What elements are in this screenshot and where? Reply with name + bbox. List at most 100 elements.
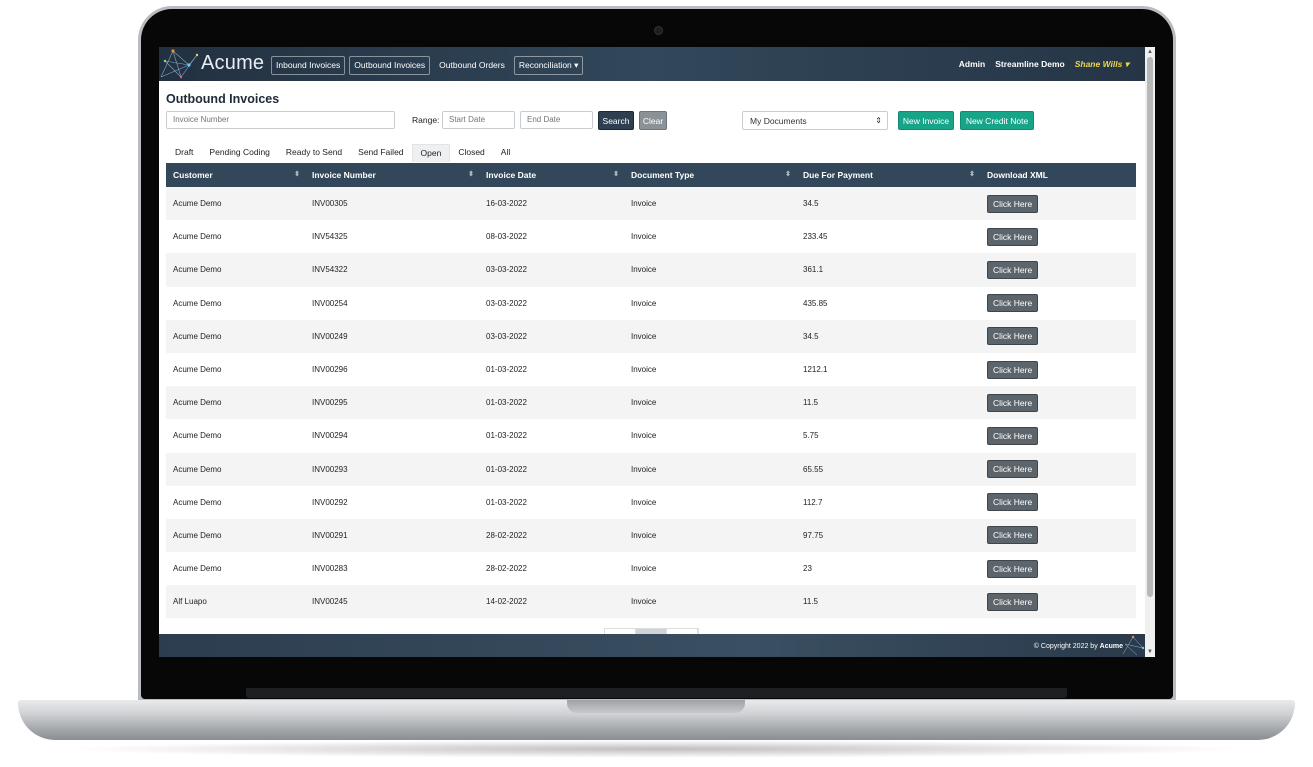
table-row[interactable]: Acume Demo INV00294 01-03-2022 Invoice 5.75 C… <box>166 419 1136 453</box>
brand-logo[interactable]: Acume <box>159 47 264 81</box>
table-row[interactable]: Acume Demo INV00296 01-03-2022 Invoice 1212.… <box>166 352 1136 387</box>
scroll-up-icon[interactable]: ▲ <box>1146 48 1154 56</box>
col-due-for-payment[interactable]: Due For Payment ⬍ <box>796 163 980 187</box>
range-label: Range: <box>412 115 440 125</box>
nav-outbound-orders[interactable]: Outbound Orders <box>434 56 510 75</box>
download-xml-button[interactable]: Click Here <box>987 294 1039 313</box>
laptop-notch <box>567 700 745 713</box>
download-xml-button[interactable]: Click Here <box>987 260 1039 279</box>
cell-document-type: Invoice <box>631 265 657 275</box>
nav-admin[interactable]: Admin <box>959 59 985 70</box>
footer: © Copyright 2022 by Acume <box>159 634 1145 657</box>
cell-due-for-payment: 34.5 <box>803 199 819 209</box>
nav-company[interactable]: Streamline Demo <box>995 59 1064 70</box>
col-invoice-number[interactable]: Invoice Number ⬍ <box>305 163 479 187</box>
table-row[interactable]: Acume Demo INV00295 01-03-2022 Invoice 11.5 C… <box>166 386 1136 420</box>
tab-send-failed[interactable]: Send Failed <box>350 144 411 162</box>
download-xml-button[interactable]: Click Here <box>987 559 1039 578</box>
col-customer-label: Customer <box>173 170 213 180</box>
download-xml-button[interactable]: Click Here <box>987 327 1039 346</box>
cell-invoice-date: 03-03-2022 <box>486 265 527 275</box>
col-document-type[interactable]: Document Type ⬍ <box>624 163 796 187</box>
cell-document-type: Invoice <box>631 530 657 540</box>
user-menu[interactable]: Shane Wills ▾ <box>1075 59 1129 70</box>
cell-invoice-number: INV00296 <box>312 365 348 375</box>
nav-outbound-invoices[interactable]: Outbound Invoices <box>349 56 431 75</box>
start-date-input[interactable] <box>442 111 515 129</box>
table-row[interactable]: Acume Demo INV00292 01-03-2022 Invoice 112.7… <box>166 485 1136 519</box>
cell-document-type: Invoice <box>631 564 657 574</box>
download-xml-button[interactable]: Click Here <box>987 360 1039 379</box>
cell-customer: Acume Demo <box>173 398 222 408</box>
cell-due-for-payment: 34.5 <box>803 331 819 341</box>
tab-draft[interactable]: Draft <box>167 144 201 162</box>
cell-document-type: Invoice <box>631 497 657 507</box>
download-xml-button[interactable]: Click Here <box>987 592 1039 611</box>
cell-due-for-payment: 97.75 <box>803 530 824 540</box>
tab-open[interactable]: Open <box>411 144 451 162</box>
cell-download-xml: Click Here <box>980 592 1136 611</box>
col-invoice-date[interactable]: Invoice Date ⬍ <box>479 163 624 187</box>
chevron-down-icon: ▾ <box>574 60 579 70</box>
cell-invoice-date: 01-03-2022 <box>486 497 527 507</box>
cell-document-type: Invoice <box>631 298 657 308</box>
cell-invoice-date: 08-03-2022 <box>486 232 527 242</box>
nav-inbound-invoices[interactable]: Inbound Invoices <box>271 56 346 75</box>
cell-download-xml: Click Here <box>980 360 1136 379</box>
invoices-table: Customer ⬍ Invoice Number ⬍ Invoice Date ⬍ … <box>166 163 1136 619</box>
scroll-down-icon[interactable]: ▼ <box>1146 648 1154 656</box>
page-title: Outbound Invoices <box>166 92 280 106</box>
table-row[interactable]: Acume Demo INV00305 16-03-2022 Invoice 34.5 C… <box>166 187 1136 221</box>
network-logo-icon <box>1122 635 1145 656</box>
documents-select[interactable]: My Documents ⇕ <box>742 111 888 130</box>
new-credit-note-button[interactable]: New Credit Note <box>960 111 1034 130</box>
download-xml-button[interactable]: Click Here <box>987 426 1039 445</box>
cell-invoice-number: INV54325 <box>312 232 348 242</box>
table-row[interactable]: Alf Luapo INV00245 14-02-2022 Invoice 11.5 Cl… <box>166 585 1136 619</box>
table-row[interactable]: Acume Demo INV00291 28-02-2022 Invoice 97.75… <box>166 518 1136 553</box>
nav-reconciliation[interactable]: Reconciliation ▾ <box>513 56 584 75</box>
download-xml-button[interactable]: Click Here <box>987 493 1039 512</box>
documents-select-value: My Documents <box>750 116 807 126</box>
cell-invoice-date: 16-03-2022 <box>486 199 527 209</box>
search-button[interactable]: Search <box>598 111 634 130</box>
col-due-for-payment-label: Due For Payment <box>803 170 873 180</box>
page-scrollbar[interactable]: ▲ ▼ <box>1145 47 1155 657</box>
new-invoice-button[interactable]: New Invoice <box>898 111 954 130</box>
invoice-number-input[interactable] <box>166 111 395 129</box>
table-row[interactable]: Acume Demo INV00283 28-02-2022 Invoice 23 Cli… <box>166 552 1136 586</box>
tab-all[interactable]: All <box>493 144 518 162</box>
table-row[interactable]: Acume Demo INV54325 08-03-2022 Invoice 233.4… <box>166 220 1136 254</box>
download-xml-button[interactable]: Click Here <box>987 393 1039 412</box>
cell-due-for-payment: 1212.1 <box>803 365 828 375</box>
table-row[interactable]: Acume Demo INV00254 03-03-2022 Invoice 435.8… <box>166 286 1136 320</box>
end-date-input[interactable] <box>520 111 593 129</box>
cell-customer: Acume Demo <box>173 298 222 308</box>
cell-customer: Acume Demo <box>173 265 222 275</box>
tab-closed[interactable]: Closed <box>450 144 492 162</box>
col-customer[interactable]: Customer ⬍ <box>166 163 305 187</box>
col-download-xml: Download XML <box>980 163 1136 187</box>
table-body: Acume Demo INV00305 16-03-2022 Invoice 34.5 C… <box>166 187 1136 619</box>
user-nav: Admin Streamline Demo Shane Wills ▾ <box>959 59 1129 70</box>
table-row[interactable]: Acume Demo INV54322 03-03-2022 Invoice 361.1… <box>166 253 1136 287</box>
col-download-xml-label: Download XML <box>987 170 1048 180</box>
chevron-down-icon: ▾ <box>1124 59 1129 69</box>
download-xml-button[interactable]: Click Here <box>987 526 1039 545</box>
tab-ready-to-send[interactable]: Ready to Send <box>278 144 350 162</box>
camera-icon <box>654 26 663 35</box>
scrollbar-thumb[interactable] <box>1147 57 1153 597</box>
clear-button[interactable]: Clear <box>639 111 667 130</box>
cell-due-for-payment: 233.45 <box>803 232 828 242</box>
brand-name: Acume <box>201 52 265 74</box>
table-row[interactable]: Acume Demo INV00293 01-03-2022 Invoice 65.55… <box>166 452 1136 486</box>
tab-pending-coding[interactable]: Pending Coding <box>201 144 278 162</box>
download-xml-button[interactable]: Click Here <box>987 460 1039 479</box>
cell-download-xml: Click Here <box>980 393 1136 412</box>
sort-icon: ⬍ <box>294 171 300 178</box>
cell-download-xml: Click Here <box>980 493 1136 512</box>
download-xml-button[interactable]: Click Here <box>987 227 1039 246</box>
table-row[interactable]: Acume Demo INV00249 03-03-2022 Invoice 34.5 C… <box>166 319 1136 353</box>
download-xml-button[interactable]: Click Here <box>987 194 1039 213</box>
status-tabs: Draft Pending Coding Ready to Send Send … <box>167 144 518 162</box>
